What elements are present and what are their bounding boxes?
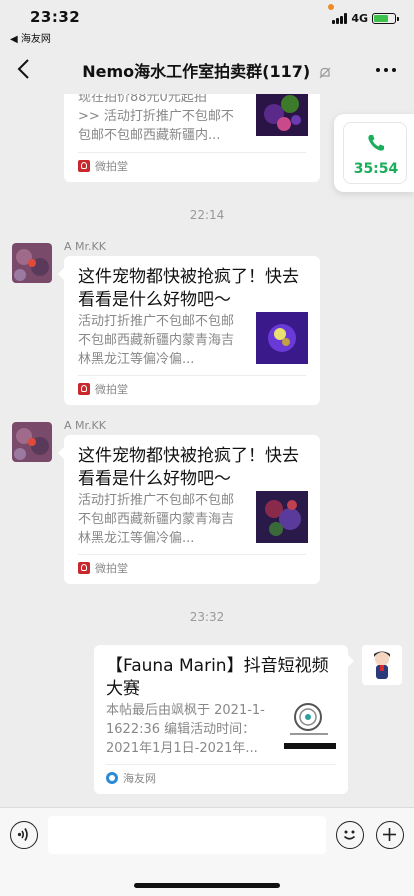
card-description: 活动打折推广不包邮不包邮不包邮西藏新疆内蒙青海吉林黑龙江等偏冷偏... xyxy=(78,493,235,546)
network-type: 4G xyxy=(351,12,368,25)
group-name: Nemo海水工作室拍卖群(117) xyxy=(82,62,311,81)
card-title: 这件宠物都快被抢疯了！快去看看是什么好物吧～ xyxy=(78,267,299,310)
smiley-icon xyxy=(343,830,356,840)
card-thumbnail-coral xyxy=(256,94,308,136)
card-source: 微拍堂 xyxy=(78,158,128,174)
card-thumbnail-logo xyxy=(284,697,336,749)
voice-wave-icon xyxy=(17,828,28,841)
shared-card-message[interactable]: 这件宠物都快被抢疯了！快去看看是什么好物吧～ 活动打折推广不包邮不包邮不包邮西藏… xyxy=(64,435,320,584)
card-divider xyxy=(78,375,306,376)
status-time: 23:32 xyxy=(30,8,81,26)
avatar[interactable] xyxy=(12,422,52,462)
card-source: 微拍堂 xyxy=(78,560,128,576)
card-source-label: 微拍堂 xyxy=(95,383,128,396)
home-indicator[interactable] xyxy=(134,883,280,888)
shared-card-message[interactable]: 【Fauna Marin】抖音短视频大赛 本帖最后由飒枫于 2021-1-162… xyxy=(94,645,348,794)
signal-icon xyxy=(332,13,348,24)
weipaitang-icon xyxy=(78,160,90,172)
weipaitang-icon xyxy=(78,383,90,395)
bubble-tail xyxy=(348,655,354,667)
chat-header: Nemo海水工作室拍卖群(117) xyxy=(0,46,414,94)
card-source: 微拍堂 xyxy=(78,381,128,397)
more-functions-button[interactable] xyxy=(376,821,404,849)
mute-bell-icon xyxy=(319,67,331,78)
card-description: 活动打折推广不包邮不包邮不包邮西藏新疆内蒙青海吉林黑龙江等偏冷偏... xyxy=(78,314,235,367)
message-text-input[interactable] xyxy=(48,816,326,854)
card-title: 这件宠物都快被抢疯了！快去看看是什么好物吧～ xyxy=(78,446,299,489)
more-options-icon[interactable] xyxy=(376,68,396,72)
voice-input-button[interactable] xyxy=(10,821,38,849)
card-thumbnail-coral xyxy=(256,491,308,543)
weipaitang-icon xyxy=(78,562,90,574)
my-avatar[interactable] xyxy=(362,645,402,685)
phone-icon xyxy=(368,135,384,151)
recording-indicator-icon xyxy=(328,4,334,10)
plus-icon xyxy=(383,828,396,841)
avatar[interactable] xyxy=(12,243,52,283)
card-source-label: 微拍堂 xyxy=(95,160,128,173)
card-divider xyxy=(78,554,306,555)
card-title: 【Fauna Marin】抖音短视频大赛 xyxy=(106,656,329,699)
message-timestamp: 22:14 xyxy=(189,208,225,222)
card-source-label: 海友网 xyxy=(123,772,156,785)
sender-name: A Mr.KK xyxy=(64,419,106,432)
chat-title: Nemo海水工作室拍卖群(117) xyxy=(60,58,354,82)
card-source-label: 微拍堂 xyxy=(95,562,128,575)
card-description: 现在拍价88元0元起拍 >> 活动打折推广不包邮不包邮不包邮西藏新疆内... xyxy=(78,94,234,143)
battery-icon xyxy=(372,13,399,24)
message-input-bar xyxy=(0,807,414,896)
sender-name: A Mr.KK xyxy=(64,240,106,253)
shared-card-message[interactable]: 这件宠物都快被抢疯了！快去看看是什么好物吧～ 活动打折推广不包邮不包邮不包邮西藏… xyxy=(64,256,320,405)
chat-messages[interactable]: 现在拍价88元0元起拍 >> 活动打折推广不包邮不包邮不包邮西藏新疆内... 微… xyxy=(0,94,414,807)
card-divider xyxy=(78,152,306,153)
ongoing-call-widget[interactable]: 35:54 xyxy=(334,114,414,192)
card-divider xyxy=(106,764,336,765)
shared-card-message[interactable]: 现在拍价88元0元起拍 >> 活动打折推广不包邮不包邮不包邮西藏新疆内... 微… xyxy=(64,94,320,182)
status-bar: 23:32 ◀ 海友网 4G xyxy=(0,0,414,46)
call-duration: 35:54 xyxy=(353,161,399,177)
message-timestamp: 23:32 xyxy=(189,610,225,624)
status-indicators: 4G xyxy=(332,12,399,25)
back-to-app-link[interactable]: ◀ 海友网 xyxy=(10,30,51,45)
back-chevron-icon[interactable] xyxy=(14,56,36,82)
card-thumbnail-coral xyxy=(256,312,308,364)
card-description: 本帖最后由飒枫于 2021-1-1622:36 编辑活动时间：2021年1月1日… xyxy=(106,703,265,756)
haiyouwang-icon xyxy=(106,772,118,784)
card-source: 海友网 xyxy=(106,770,156,786)
call-widget-inner: 35:54 xyxy=(343,122,407,184)
emoji-button[interactable] xyxy=(336,821,364,849)
